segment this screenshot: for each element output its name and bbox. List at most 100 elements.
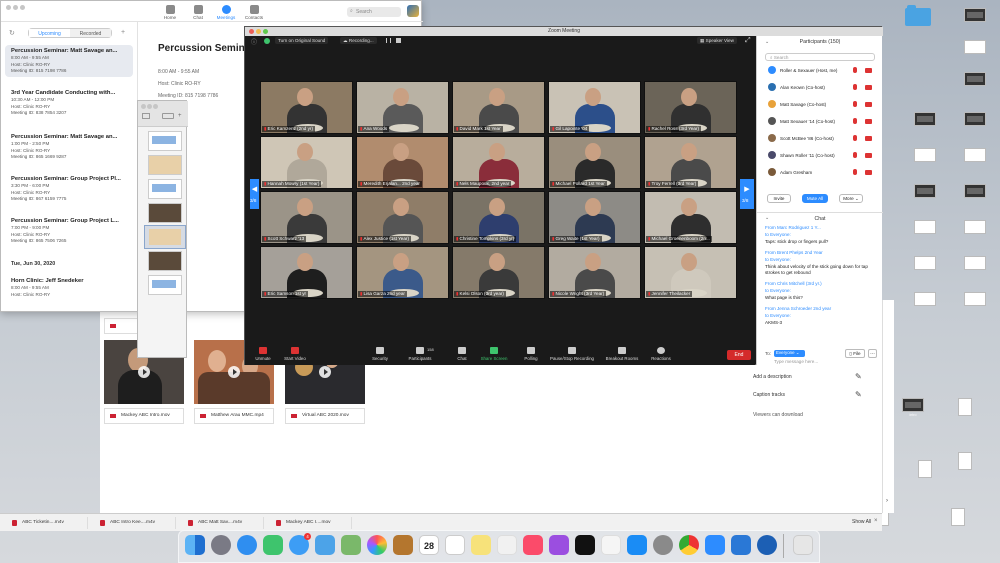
mic-muted-icon[interactable] [853, 101, 857, 107]
file-chip[interactable] [104, 318, 138, 334]
podcasts-icon[interactable] [549, 535, 569, 555]
zoom-icon[interactable] [162, 113, 174, 119]
contacts-icon[interactable] [393, 535, 413, 555]
participant-row[interactable]: Scott McBee '86 (Co-host) [765, 133, 879, 145]
tv-icon[interactable] [575, 535, 595, 555]
meeting-item[interactable]: 3rd Year Candidate Conducting with... 10… [5, 87, 133, 119]
chat-input[interactable]: Type message here... [774, 359, 818, 364]
add-icon[interactable]: + [121, 29, 125, 36]
video-tile[interactable]: ▮Lisa Garza 2nd year [356, 246, 449, 299]
video-off-icon[interactable] [865, 136, 872, 141]
download-item[interactable]: ABC Intro Kee....m4v [92, 517, 176, 529]
download-item[interactable]: ABC Matt Sav....m4v [180, 517, 264, 529]
facetime-icon[interactable] [263, 535, 283, 555]
play-icon[interactable] [228, 366, 240, 378]
meeting-item[interactable]: Percussion Seminar: Group Project L... 7… [5, 215, 133, 247]
speaker-view-button[interactable]: ▦ Speaker View [697, 37, 737, 44]
desktop-file-icon[interactable] [905, 220, 945, 235]
video-tile[interactable]: ▮Alex Justice (1st Year) [356, 191, 449, 244]
security-button[interactable]: Security [365, 347, 395, 361]
slide-thumbnail[interactable] [148, 203, 182, 223]
video-tile[interactable]: ▮Nicole Wright (3rd Year) [548, 246, 641, 299]
desktop-file-icon[interactable] [955, 112, 995, 127]
show-all-button[interactable]: Show All [852, 519, 871, 525]
breakout-rooms-button[interactable]: Breakout Rooms [601, 347, 643, 361]
window-zoom-button[interactable] [20, 5, 25, 10]
video-tile[interactable]: ▮Meredith Erjalan... 2nd year [356, 136, 449, 189]
desktop-file-icon[interactable] [905, 148, 945, 163]
keynote-icon[interactable] [731, 535, 751, 555]
mail-icon[interactable] [315, 535, 335, 555]
participant-row[interactable]: Adam Gresham [765, 167, 879, 179]
polling-button[interactable]: Polling [516, 347, 546, 361]
participants-button[interactable]: Participants 158 [405, 347, 435, 361]
video-tile[interactable]: ▮Greg Waite (1st Year) [548, 191, 641, 244]
desktop-doc-icon[interactable] [905, 460, 945, 479]
mic-muted-icon[interactable] [853, 135, 857, 141]
meeting-item[interactable]: Percussion Seminar: Matt Savage an... 8:… [5, 45, 133, 77]
zoom-icon[interactable] [705, 535, 725, 555]
view-icon[interactable] [142, 113, 150, 119]
desktop-file-icon[interactable] [955, 184, 995, 199]
scrollbar[interactable]: › [882, 300, 894, 513]
mic-muted-icon[interactable] [853, 152, 857, 158]
video-tile[interactable]: ▮Scott Schwarz '13 [260, 191, 353, 244]
fullscreen-icon[interactable]: ⤢ [745, 37, 751, 45]
stop-icon[interactable] [396, 38, 401, 43]
desktop-doc-icon[interactable] [945, 398, 985, 417]
video-tile[interactable]: ▮Eric Samson 1st yr [260, 246, 353, 299]
slide-thumbnail[interactable] [148, 275, 182, 295]
participant-row[interactable]: Roller & Sexauer (Host, me) [765, 65, 879, 77]
shield-icon[interactable] [264, 38, 270, 44]
news-icon[interactable] [601, 535, 621, 555]
video-file-label[interactable]: Matthew Arau MMC.mp4 [194, 408, 274, 424]
video-off-icon[interactable] [865, 85, 872, 90]
file-button[interactable]: ▯ File [845, 349, 865, 358]
desktop-doc-icon[interactable] [945, 452, 985, 471]
video-tile[interactable]: ▮Rachel Ross (3rd Year) [644, 81, 737, 134]
video-tile[interactable]: ▮Michael Groenenboom (2n... [644, 191, 737, 244]
unmute-button[interactable]: Unmute [248, 347, 278, 361]
nav-home[interactable]: Home [156, 5, 184, 20]
download-item[interactable]: ABC Ticketin....m4v [4, 517, 88, 529]
quicktime-icon[interactable] [757, 535, 777, 555]
desktop-file-icon[interactable] [905, 256, 945, 271]
recording-indicator[interactable]: ☁ Recording... [340, 37, 377, 44]
download-item[interactable]: Mackey ABC I....mov [268, 517, 352, 529]
invite-button[interactable]: Invite [767, 194, 791, 203]
video-off-icon[interactable] [865, 102, 872, 107]
mic-muted-icon[interactable] [853, 67, 857, 73]
video-tile[interactable]: ▮Gil Lapointe '04 [548, 81, 641, 134]
add-slide-icon[interactable]: + [178, 113, 182, 119]
video-off-icon[interactable] [865, 68, 872, 73]
mic-muted-icon[interactable] [853, 169, 857, 175]
video-tile[interactable]: ▮Jennifer Theilacker [644, 246, 737, 299]
play-icon[interactable] [138, 366, 150, 378]
previous-page-button[interactable]: ◀ [250, 179, 259, 209]
chat-button[interactable]: Chat [447, 347, 477, 361]
desktop-file-icon[interactable] [955, 292, 995, 307]
end-meeting-button[interactable]: End [727, 350, 751, 360]
desktop-file-icon[interactable] [955, 148, 995, 163]
window-close-button[interactable] [6, 5, 11, 10]
window-minimize-button[interactable] [256, 29, 261, 34]
video-file-label[interactable]: Virtual ABC 2020.mov [285, 408, 365, 424]
folder-icon[interactable] [898, 5, 938, 26]
reminders-icon[interactable] [445, 535, 465, 555]
participant-row[interactable]: Matt Sexauer '14 (Co-host) [765, 116, 879, 128]
desktop-file-icon[interactable] [955, 8, 995, 23]
photos-icon[interactable] [367, 535, 387, 555]
mic-muted-icon[interactable] [853, 84, 857, 90]
trash-icon[interactable] [793, 535, 813, 555]
video-file-label[interactable]: Mackey ABC Intro.mov [104, 408, 184, 424]
tab-upcoming[interactable]: Upcoming [29, 29, 70, 37]
reactions-button[interactable]: Reactions [646, 347, 676, 361]
next-page-button[interactable]: ▶ [740, 179, 754, 209]
participant-row[interactable]: Shawn Roller '11 (Co-host) [765, 150, 879, 162]
desktop-file-icon[interactable] [905, 184, 945, 199]
slide-thumbnail-selected[interactable] [144, 225, 186, 249]
participant-search-input[interactable]: ⌕ Search [765, 53, 875, 61]
caption-tracks-label[interactable]: Caption tracks [753, 392, 785, 398]
edit-icon[interactable]: ✎ [855, 390, 862, 399]
pause-stop-recording-button[interactable]: Pause/Stop Recording [547, 347, 597, 361]
